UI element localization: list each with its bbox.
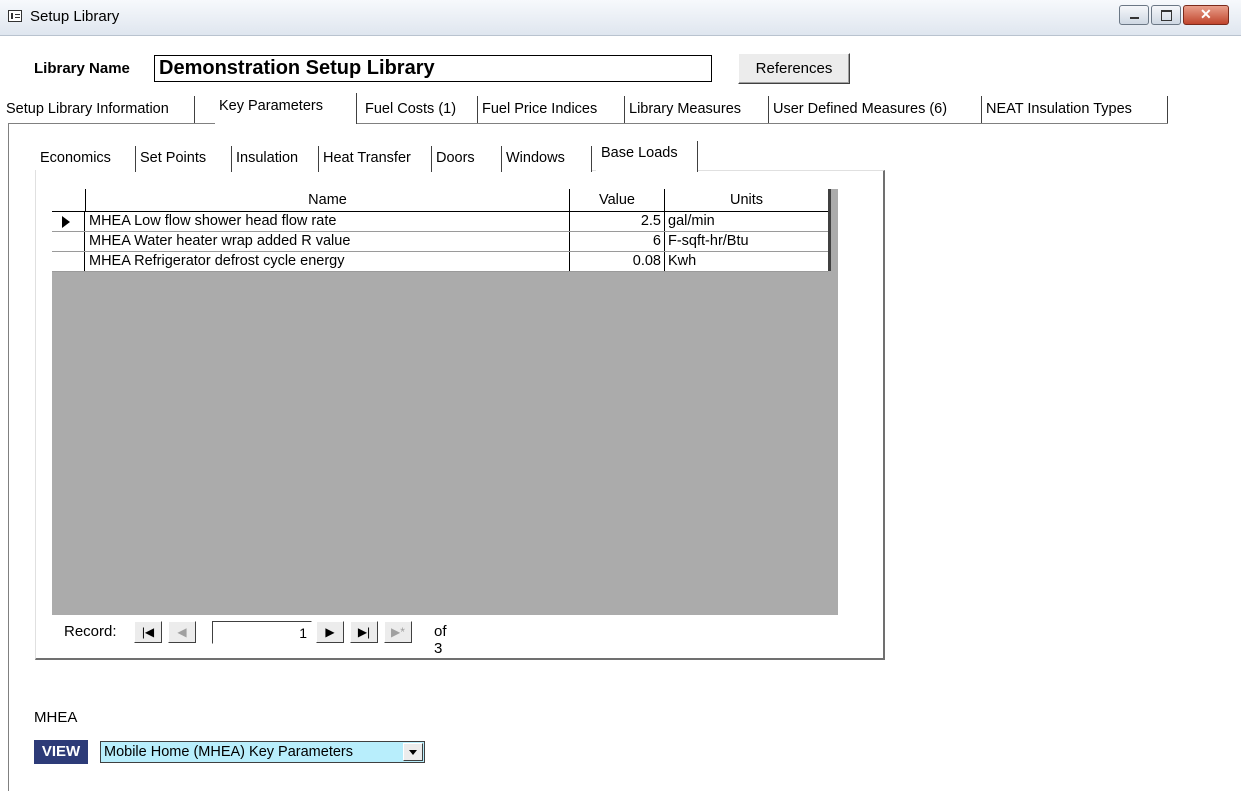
group-label: MHEA — [34, 709, 78, 726]
tab-neat-insulation-types[interactable]: NEAT Insulation Types — [982, 96, 1168, 123]
tab-label: Heat Transfer — [323, 150, 411, 166]
table-row[interactable]: MHEA Water heater wrap added R value 6 F… — [52, 232, 828, 252]
view-select-value: Mobile Home (MHEA) Key Parameters — [104, 744, 353, 760]
tab-label: Windows — [506, 150, 565, 166]
tab-label: Base Loads — [601, 145, 678, 161]
references-button[interactable]: References — [738, 53, 850, 84]
view-select[interactable]: Mobile Home (MHEA) Key Parameters — [100, 741, 425, 763]
record-selector[interactable] — [52, 252, 85, 271]
column-header-value[interactable]: Value — [570, 189, 665, 211]
tab-label: Economics — [40, 150, 111, 166]
first-record-button[interactable]: |◀ — [134, 621, 162, 643]
tab-label: Fuel Price Indices — [482, 101, 598, 117]
column-header-name[interactable]: Name — [86, 189, 570, 211]
cell-name[interactable]: MHEA Low flow shower head flow rate — [86, 212, 570, 231]
header-selector — [52, 189, 86, 211]
tab-label: Doors — [436, 150, 475, 166]
dropdown-arrow-icon[interactable] — [403, 743, 423, 761]
previous-record-icon: ◀ — [177, 625, 187, 639]
outer-tab-baseline — [8, 123, 1168, 124]
tab-label: NEAT Insulation Types — [986, 101, 1132, 117]
tab-label: Key Parameters — [219, 98, 323, 114]
tab-label: Insulation — [236, 150, 299, 166]
tab-economics[interactable]: Economics — [36, 146, 136, 172]
library-name-label: Library Name — [34, 60, 130, 77]
tab-key-parameters[interactable]: Key Parameters — [215, 93, 357, 124]
table-row[interactable]: MHEA Low flow shower head flow rate 2.5 … — [52, 212, 828, 232]
maximize-button[interactable] — [1151, 5, 1181, 25]
tab-set-points[interactable]: Set Points — [136, 146, 232, 172]
tab-label: Library Measures — [629, 101, 742, 117]
datasheet-header: Name Value Units — [52, 189, 828, 212]
cell-name[interactable]: MHEA Water heater wrap added R value — [86, 232, 570, 251]
tab-fuel-price-indices[interactable]: Fuel Price Indices — [478, 96, 625, 123]
tab-heat-transfer[interactable]: Heat Transfer — [319, 146, 432, 172]
tab-user-defined-measures[interactable]: User Defined Measures (6) — [769, 96, 982, 123]
first-record-icon: |◀ — [141, 625, 155, 639]
tab-doors[interactable]: Doors — [432, 146, 502, 172]
last-record-button[interactable]: ▶| — [350, 621, 378, 643]
view-label: VIEW — [34, 740, 88, 764]
cell-value[interactable]: 6 — [570, 232, 665, 251]
previous-record-button[interactable]: ◀ — [168, 621, 196, 643]
datasheet-right-edge — [828, 189, 831, 271]
last-record-icon: ▶| — [357, 625, 371, 639]
cell-value[interactable]: 2.5 — [570, 212, 665, 231]
tab-label: Setup Library Information — [6, 101, 169, 117]
tab-fuel-costs[interactable]: Fuel Costs (1) — [361, 96, 478, 123]
window-title: Setup Library — [30, 8, 120, 25]
tab-windows[interactable]: Windows — [502, 146, 592, 172]
tab-library-measures[interactable]: Library Measures — [625, 96, 769, 123]
current-record-field[interactable]: 1 — [212, 621, 312, 644]
record-selector-current[interactable] — [52, 212, 85, 231]
cell-units[interactable]: F-sqft-hr/Btu — [665, 232, 828, 251]
tab-setup-library-information[interactable]: Setup Library Information — [2, 96, 195, 123]
record-count: of 3 — [434, 623, 447, 657]
next-record-icon: ▶ — [325, 625, 335, 639]
tab-label: Set Points — [140, 150, 207, 166]
new-record-button[interactable]: ▶* — [384, 621, 412, 643]
column-header-units[interactable]: Units — [665, 189, 828, 211]
tab-label: User Defined Measures (6) — [773, 101, 948, 117]
cell-units[interactable]: Kwh — [665, 252, 828, 271]
tab-insulation[interactable]: Insulation — [232, 146, 319, 172]
form-icon — [8, 10, 22, 22]
cell-value[interactable]: 0.08 — [570, 252, 665, 271]
base-loads-datasheet: Name Value Units MHEA Low flow shower he… — [52, 189, 838, 615]
title-bar: Setup Library — [0, 0, 1241, 36]
record-selector[interactable] — [52, 232, 85, 251]
minimize-button[interactable] — [1119, 5, 1149, 25]
record-label: Record: — [64, 623, 117, 640]
next-record-button[interactable]: ▶ — [316, 621, 344, 643]
close-button[interactable] — [1183, 5, 1229, 25]
tab-label: Fuel Costs (1) — [365, 101, 457, 117]
cell-name[interactable]: MHEA Refrigerator defrost cycle energy — [86, 252, 570, 271]
library-name-field[interactable]: Demonstration Setup Library — [154, 55, 712, 82]
cell-units[interactable]: gal/min — [665, 212, 828, 231]
new-record-icon: ▶* — [391, 625, 405, 639]
table-row[interactable]: MHEA Refrigerator defrost cycle energy 0… — [52, 252, 828, 272]
form-left-border — [8, 123, 9, 791]
tab-base-loads[interactable]: Base Loads — [596, 141, 698, 172]
